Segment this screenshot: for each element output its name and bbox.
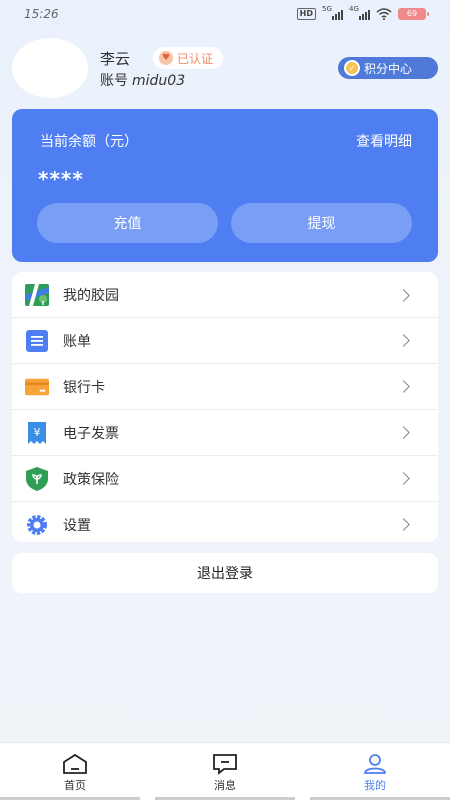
chevron-right-icon	[397, 334, 410, 347]
signal-5g-icon: 5G	[322, 5, 343, 20]
bank-card-icon	[25, 375, 49, 399]
menu-item-bank-card[interactable]: 银行卡	[12, 363, 438, 409]
points-center-button[interactable]: ✓ 积分中心	[338, 57, 438, 79]
heart-check-icon: ♥	[159, 51, 173, 65]
balance-card: 当前余额（元） 查看明细 **** 充值 提现	[12, 109, 438, 262]
tab-mine[interactable]: 我的	[330, 753, 420, 793]
status-icons: HD 5G 4G 69	[296, 5, 429, 21]
tab-label: 消息	[214, 779, 236, 792]
menu-item-my-rubber-garden[interactable]: 我的胶园	[12, 272, 438, 318]
tab-label: 首页	[64, 779, 86, 792]
network-label-5g: 5G	[322, 4, 332, 13]
logout-button[interactable]: 退出登录	[12, 553, 438, 593]
status-bar: 15:26 HD 5G 4G 69	[0, 0, 450, 28]
menu-label: 政策保险	[63, 471, 119, 488]
bill-icon	[25, 329, 49, 353]
menu-label: 设置	[63, 517, 91, 534]
balance-amount: ****	[38, 167, 84, 191]
wifi-icon	[376, 8, 392, 20]
chevron-right-icon	[397, 288, 410, 302]
points-coin-icon: ✓	[344, 60, 360, 76]
menu-label: 账单	[63, 333, 91, 350]
menu-label: 银行卡	[63, 379, 105, 396]
verified-text: 已认证	[177, 51, 214, 66]
home-icon	[63, 753, 87, 774]
svg-text:¥: ¥	[34, 426, 41, 439]
menu-label: 我的胶园	[63, 288, 119, 304]
tab-home[interactable]: 首页	[30, 753, 120, 793]
recharge-button[interactable]: 充值	[37, 203, 218, 243]
hd-icon: HD	[296, 8, 316, 20]
signal-4g-icon: 4G	[349, 5, 370, 20]
message-icon	[213, 754, 237, 775]
menu-label: 电子发票	[63, 425, 119, 442]
user-icon	[364, 754, 386, 774]
chevron-right-icon	[397, 518, 410, 531]
account-line: 账号 midu03	[100, 70, 185, 90]
map-tree-icon	[25, 283, 49, 307]
menu-item-bill[interactable]: 账单	[12, 317, 438, 363]
invoice-icon: ¥	[25, 421, 49, 445]
account-id: midu03	[132, 73, 186, 89]
balance-label: 当前余额（元）	[40, 134, 138, 150]
status-time: 15:26	[24, 7, 59, 21]
account-label: 账号	[100, 73, 128, 89]
view-detail-link[interactable]: 查看明细	[356, 131, 412, 151]
menu-item-settings[interactable]: 设置	[12, 501, 438, 547]
menu-list: 我的胶园 账单 银行卡 ¥ 电子发票 政策保险 设置	[12, 272, 438, 542]
verified-badge: ♥ 已认证	[153, 47, 224, 69]
chevron-right-icon	[397, 472, 410, 485]
menu-item-e-invoice[interactable]: ¥ 电子发票	[12, 409, 438, 455]
gear-icon	[25, 513, 49, 537]
points-center-label: 积分中心	[364, 61, 413, 76]
tab-messages[interactable]: 消息	[180, 753, 270, 793]
avatar[interactable]	[12, 38, 88, 98]
chevron-right-icon	[397, 380, 410, 393]
chevron-right-icon	[397, 426, 410, 439]
bottom-tab-bar: 首页 消息 我的	[0, 742, 450, 800]
network-label-4g: 4G	[349, 4, 359, 13]
tab-label: 我的	[364, 779, 386, 792]
withdraw-button[interactable]: 提现	[231, 203, 412, 243]
user-name: 李云	[100, 50, 131, 68]
battery-icon: 69	[398, 8, 429, 20]
menu-item-policy-insurance[interactable]: 政策保险	[12, 455, 438, 501]
shield-icon	[25, 466, 49, 491]
